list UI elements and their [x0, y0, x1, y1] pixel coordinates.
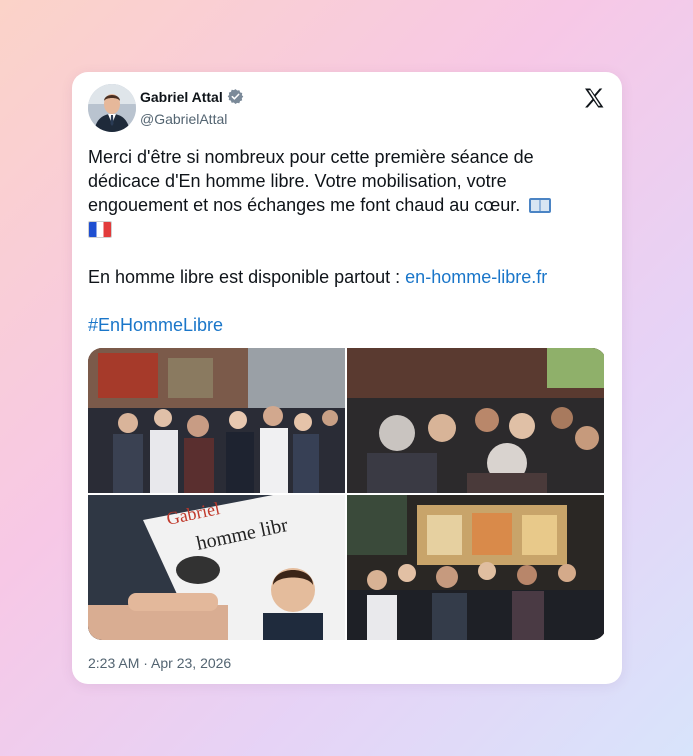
timestamp-separator: · — [139, 655, 152, 671]
tweet-card: Gabriel Attal @GabrielAttal Merci d'être… — [72, 72, 622, 684]
photo-crowd-queue-image — [347, 348, 604, 493]
tweet-paragraph-2: En homme libre est disponible partout : … — [88, 265, 608, 289]
photo-bookstore-crowd[interactable] — [347, 495, 604, 640]
author-name[interactable]: Gabriel Attal — [140, 89, 223, 105]
photo-bookstore-crowd-image — [347, 495, 604, 640]
timestamp-date: Apr 23, 2026 — [151, 655, 232, 671]
author-name-row: Gabriel Attal — [140, 88, 244, 105]
photo-crowd-street-image — [88, 348, 345, 493]
author-handle[interactable]: @GabrielAttal — [140, 111, 227, 127]
photo-book-signing-image: Gabriel homme libr — [88, 495, 345, 640]
tweet-paragraph-2-text: En homme libre est disponible partout : — [88, 267, 406, 287]
tweet-paragraph-1-text: Merci d'être si nombreux pour cette prem… — [88, 147, 534, 215]
timestamp-time: 2:23 AM — [88, 655, 140, 671]
media-grid: Gabriel homme libr — [88, 348, 606, 640]
tweet-paragraph-1: Merci d'être si nombreux pour cette prem… — [88, 145, 608, 241]
flag-france-emoji — [88, 221, 112, 238]
tweet-header: Gabriel Attal @GabrielAttal — [88, 84, 606, 134]
photo-crowd-queue[interactable] — [347, 348, 604, 493]
photo-crowd-street[interactable] — [88, 348, 345, 493]
photo-book-signing[interactable]: Gabriel homme libr — [88, 495, 345, 640]
x-logo-icon[interactable] — [582, 86, 606, 110]
hashtag-link[interactable]: #EnHommeLibre — [88, 315, 223, 335]
tweet-paragraph-3: #EnHommeLibre — [88, 313, 608, 337]
tweet-timestamp[interactable]: 2:23 AM · Apr 23, 2026 — [88, 655, 231, 671]
website-link[interactable]: en-homme-libre.fr — [405, 267, 547, 287]
avatar[interactable] — [88, 84, 136, 132]
tweet-text: Merci d'être si nombreux pour cette prem… — [88, 145, 608, 361]
book-emoji — [529, 198, 552, 213]
avatar-image — [88, 84, 136, 132]
verified-badge-icon — [227, 89, 244, 104]
